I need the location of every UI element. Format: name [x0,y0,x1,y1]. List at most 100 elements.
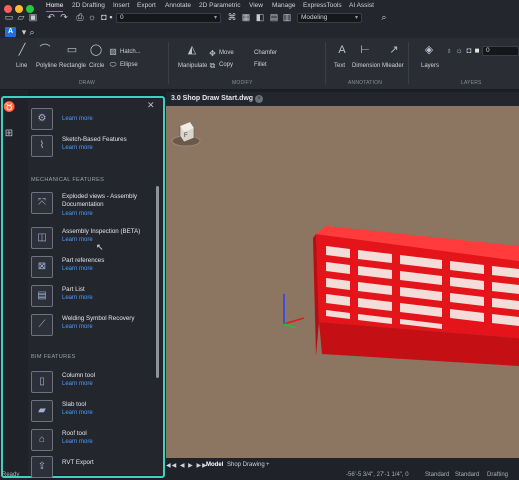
feature-item-assembly-inspection[interactable]: ◫ Assembly Inspection (BETA) Learn more [31,227,155,253]
shelving-unit-model[interactable] [313,226,519,366]
dimension-button[interactable]: Dimension [352,63,380,69]
chamfer-button[interactable]: Chamfer [254,50,277,56]
tab-ai-assist[interactable]: AI Assist [349,1,374,11]
layout-tab-shop-drawing[interactable]: Shop Drawing [227,462,265,468]
feature-item-roof-tool[interactable]: ⌂ Roof tool Learn more [31,429,155,455]
panel-scrollbar[interactable] [156,186,159,378]
layers-button[interactable]: Layers [421,63,439,69]
circle-icon[interactable]: ◯ [88,44,104,56]
learn-more-link[interactable]: Learn more [62,266,93,272]
workspace-icon[interactable]: ▥ [281,12,293,22]
color-swatch-icon[interactable]: ■ [473,45,481,57]
feature-item-rvt-export[interactable]: ⇪ RVT Export [31,456,155,478]
polyline-button[interactable]: Polyline [36,63,57,69]
learn-more-link[interactable]: Learn more [62,295,93,301]
chevron-down-icon: ▾ [213,15,217,21]
dimension-icon[interactable]: ⊢ [357,44,373,56]
text-style-status[interactable]: Standard [425,472,449,478]
dim-style-status[interactable]: Standard [455,472,479,478]
feature-name: Part List [62,286,85,293]
copy-icon[interactable]: ⧉ [208,60,217,72]
tab-annotate[interactable]: Annotate [165,1,191,11]
hatch-button[interactable]: Hatch... [120,49,141,55]
feature-name: RVT Export [62,459,94,466]
learn-more-link[interactable]: Learn more [62,237,93,243]
tab-home[interactable]: Home [46,1,64,12]
learn-more-link[interactable]: Learn more [62,381,93,387]
tab-manage[interactable]: Manage [272,1,296,11]
model-viewport[interactable]: F [166,106,519,458]
document-tab[interactable]: 3.0 Shop Draw Start.dwg [171,95,253,102]
polyline-icon[interactable]: ⌒ [37,44,53,56]
learn-more-link[interactable]: Learn more [62,145,93,151]
ribbon-layer-select[interactable]: 0 [482,46,519,56]
feature-item-part-list[interactable]: ▤ Part List Learn more [31,285,155,311]
learn-more-link[interactable]: Learn more [62,211,93,217]
open-folder-icon[interactable]: ▱ [15,12,27,22]
layers-icon[interactable]: ◈ [421,44,437,56]
learn-more-link[interactable]: Learn more [62,324,93,330]
tab-2d-parametric[interactable]: 2D Parametric [199,1,241,11]
tab-expresstools[interactable]: ExpressTools [303,1,342,11]
assembly-inspection-icon: ◫ [31,227,53,249]
feature-name: Slab tool [62,401,87,408]
text-icon[interactable]: A [334,44,350,56]
workspace-select[interactable]: Modeling ▾ [297,13,362,23]
fillet-button[interactable]: Fillet [254,62,267,68]
close-tab-icon[interactable]: × [255,95,263,103]
layout-nav-arrows-icon[interactable]: ◀◀ ◀ ▶ ▶▶ [166,462,208,469]
feature-item-sketch-based[interactable]: ⌇ Sketch-Based Features Learn more [31,135,155,161]
line-button[interactable]: Line [16,63,27,69]
search-icon[interactable]: ⌕ [26,27,38,37]
hatch-icon[interactable]: ▨ [108,46,118,58]
save-icon[interactable]: ▣ [27,12,39,22]
tab-export[interactable]: Export [137,1,156,11]
layer-tool-icon[interactable]: ⌘ [226,12,238,22]
feature-item-part-references[interactable]: ⊠ Part references Learn more [31,256,155,282]
feature-item[interactable]: ⚙ Learn more [31,108,155,134]
mleader-icon[interactable]: ↗ [386,44,402,56]
text-button[interactable]: Text [334,63,345,69]
copy-button[interactable]: Copy [219,62,233,68]
move-icon[interactable]: ✥ [208,48,217,60]
rectangle-button[interactable]: Rectangle [59,63,86,69]
new-file-icon[interactable]: ▭ [3,12,15,22]
undo-icon[interactable]: ↶ [45,12,57,22]
layer-tool-icon-2[interactable]: ▦ [240,12,252,22]
move-button[interactable]: Move [219,50,234,56]
workspace-status[interactable]: Drafting [487,472,508,478]
layer-tool-icon-4[interactable]: ▤ [268,12,280,22]
feature-item-exploded-views[interactable]: ⤧ Exploded views - Assembly Documentatio… [31,192,155,218]
feature-item-column-tool[interactable]: ▯ Column tool Learn more [31,371,155,397]
learn-more-link[interactable]: Learn more [62,410,93,416]
manipulate-icon[interactable]: ◭ [184,44,200,56]
sun-icon[interactable]: ☼ [454,45,464,57]
manipulate-button[interactable]: Manipulate [178,63,207,69]
rectangle-icon[interactable]: ▭ [64,44,80,56]
feature-item-welding-symbol[interactable]: ⟋ Welding Symbol Recovery Learn more [31,314,155,340]
add-layout-button[interactable]: + [266,462,270,468]
ellipse-button[interactable]: Ellipse [120,62,138,68]
tab-view[interactable]: View [249,1,263,11]
layout-tab-model[interactable]: Model [206,462,223,468]
tab-2d-drafting[interactable]: 2D Drafting [72,1,105,11]
view-cube-icon[interactable]: F [171,121,201,147]
learn-more-link[interactable]: Learn more [62,439,93,445]
tab-insert[interactable]: Insert [113,1,129,11]
app-menu-logo[interactable]: A [5,27,16,37]
layer-select[interactable]: 0 ▾ [116,13,221,23]
circle-button[interactable]: Circle [89,63,104,69]
chevron-down-icon: ▾ [354,15,358,21]
slab-tool-icon: ▰ [31,400,53,422]
ellipse-icon[interactable]: ⬭ [108,59,118,71]
line-icon[interactable]: ╱ [14,44,30,56]
lightbulb-icon[interactable]: ♁ [444,45,454,57]
learn-more-link[interactable]: Learn more [62,116,93,122]
feature-item-slab-tool[interactable]: ▰ Slab tool Learn more [31,400,155,426]
print-icon[interactable]: ⎙ [74,12,86,22]
search-icon[interactable]: ⌕ [378,12,390,22]
mleader-button[interactable]: Mleader [382,63,404,69]
layer-tool-icon-3[interactable]: ◧ [254,12,266,22]
sun-icon[interactable]: ☼ [86,12,98,22]
redo-icon[interactable]: ↷ [58,12,70,22]
